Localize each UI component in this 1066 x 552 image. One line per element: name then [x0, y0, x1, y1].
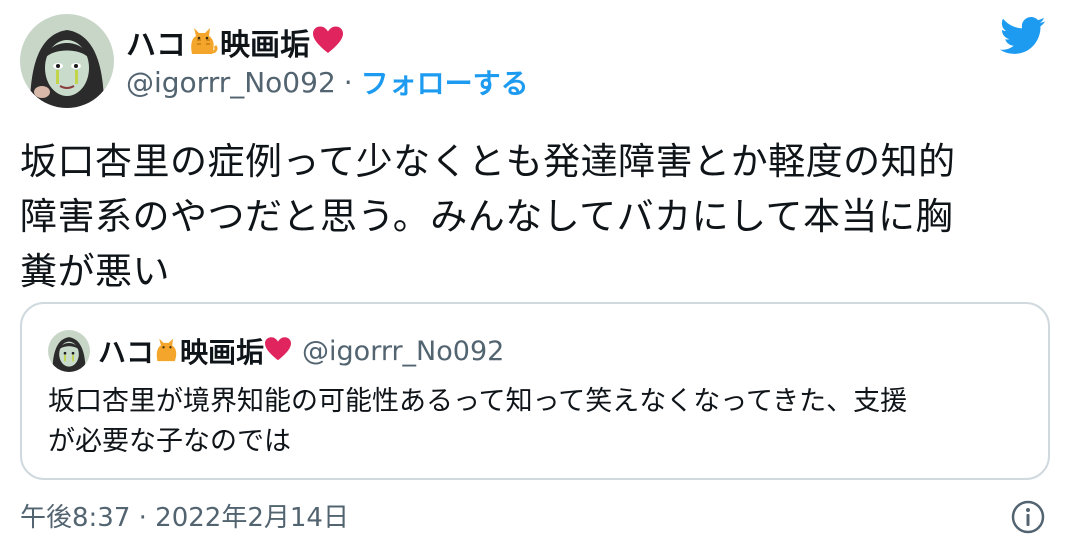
heart-icon [312, 25, 344, 59]
quote-avatar [48, 330, 90, 372]
separator-dot: · [343, 65, 353, 99]
follow-link[interactable]: フォローする [361, 62, 529, 102]
quoted-tweet[interactable]: ハコ 映画垢 @igorrr_No092 坂口杏里が境界知能の可能性あるって知っ… [20, 302, 1050, 480]
quote-handle: @igorrr_No092 [302, 335, 505, 367]
quote-display-name: ハコ [98, 336, 155, 369]
display-name-suffix[interactable]: 映画垢 [220, 20, 310, 64]
author-handle[interactable]: @igorrr_No092 [126, 66, 336, 99]
heart-icon [264, 336, 292, 366]
handle-row: @igorrr_No092 · フォローする [126, 62, 529, 102]
display-name[interactable]: ハコ [126, 20, 186, 64]
info-icon[interactable] [1010, 499, 1046, 535]
quote-header: ハコ 映画垢 @igorrr_No092 [98, 330, 504, 372]
quote-text: 坂口杏里が境界知能の可能性あるって知って笑えなくなってきた、支援 が必要な子なの… [48, 386, 908, 457]
author-name[interactable]: ハコ 映画垢 [126, 20, 344, 64]
timestamp[interactable]: 午後8:37 · 2022年2月14日 [20, 498, 349, 538]
quote-display-name-suffix: 映画垢 [180, 336, 265, 369]
avatar[interactable] [20, 14, 114, 108]
twitter-bird-icon[interactable] [1000, 16, 1046, 56]
tweet-text: 坂口杏里の症例って少なくとも発達障害とか軽度の知的 障害系のやつだと思う。みんな… [20, 140, 956, 293]
tweet-card: ハコ 映画垢 @igorrr_No092 · フォローする 坂口杏里の症例って少… [0, 0, 1066, 552]
cat-icon [188, 24, 218, 60]
cat-icon [154, 335, 180, 367]
